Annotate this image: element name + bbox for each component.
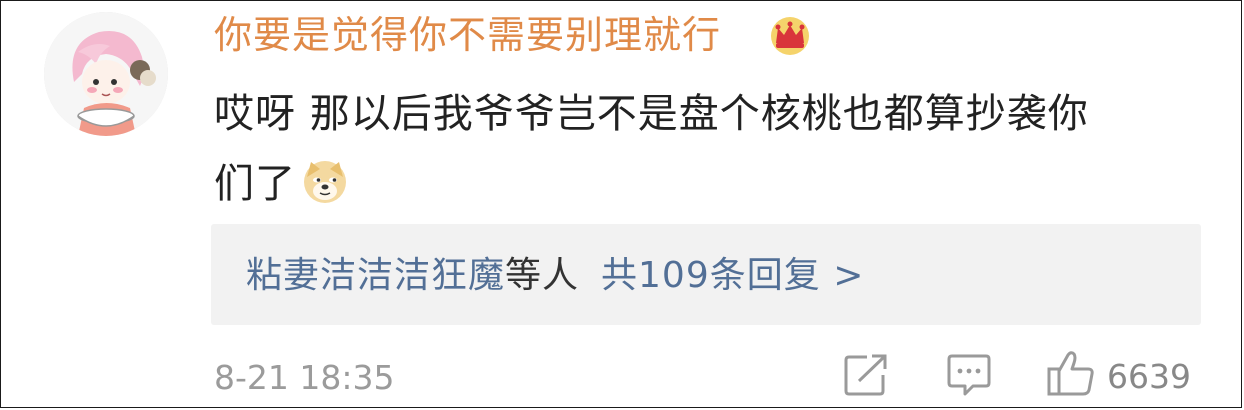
- comment-text-line-2-text: 们了: [214, 161, 296, 207]
- replies-summary-text: 粘妻洁洁洁狂魔等人 共109条回复 >: [246, 254, 864, 298]
- reply-etc-label: 等人: [505, 255, 580, 296]
- comment-icon[interactable]: [945, 353, 993, 397]
- comment-text-line-1: 哎呀 那以后我爷爷岂不是盘个核桃也都算抄袭你: [214, 91, 1089, 137]
- username[interactable]: 你要是觉得你不需要别理就行: [214, 11, 721, 59]
- doge-emoji-icon: [304, 161, 346, 203]
- comment-card: 你要是觉得你不需要别理就行 哎呀 那以后我爷爷岂不是盘个核桃也都算抄袭你 们了: [0, 0, 1242, 408]
- avatar[interactable]: [44, 12, 168, 136]
- replies-summary[interactable]: 粘妻洁洁洁狂魔等人 共109条回复 >: [211, 224, 1201, 325]
- crown-icon: [771, 17, 809, 55]
- comment-text-line-2: 们了: [214, 149, 1204, 219]
- reply-count-link[interactable]: 共109条回复 >: [601, 255, 864, 296]
- comment-text: 哎呀 那以后我爷爷岂不是盘个核桃也都算抄袭你 们了: [214, 79, 1204, 219]
- like-count: 6639: [1107, 357, 1191, 396]
- reply-usernames[interactable]: 粘妻洁洁洁狂魔: [246, 255, 505, 296]
- timestamp: 8-21 18:35: [214, 358, 395, 397]
- share-icon[interactable]: [843, 353, 889, 397]
- anime-girl-avatar-icon: [44, 12, 168, 136]
- thumbs-up-icon[interactable]: [1046, 349, 1096, 397]
